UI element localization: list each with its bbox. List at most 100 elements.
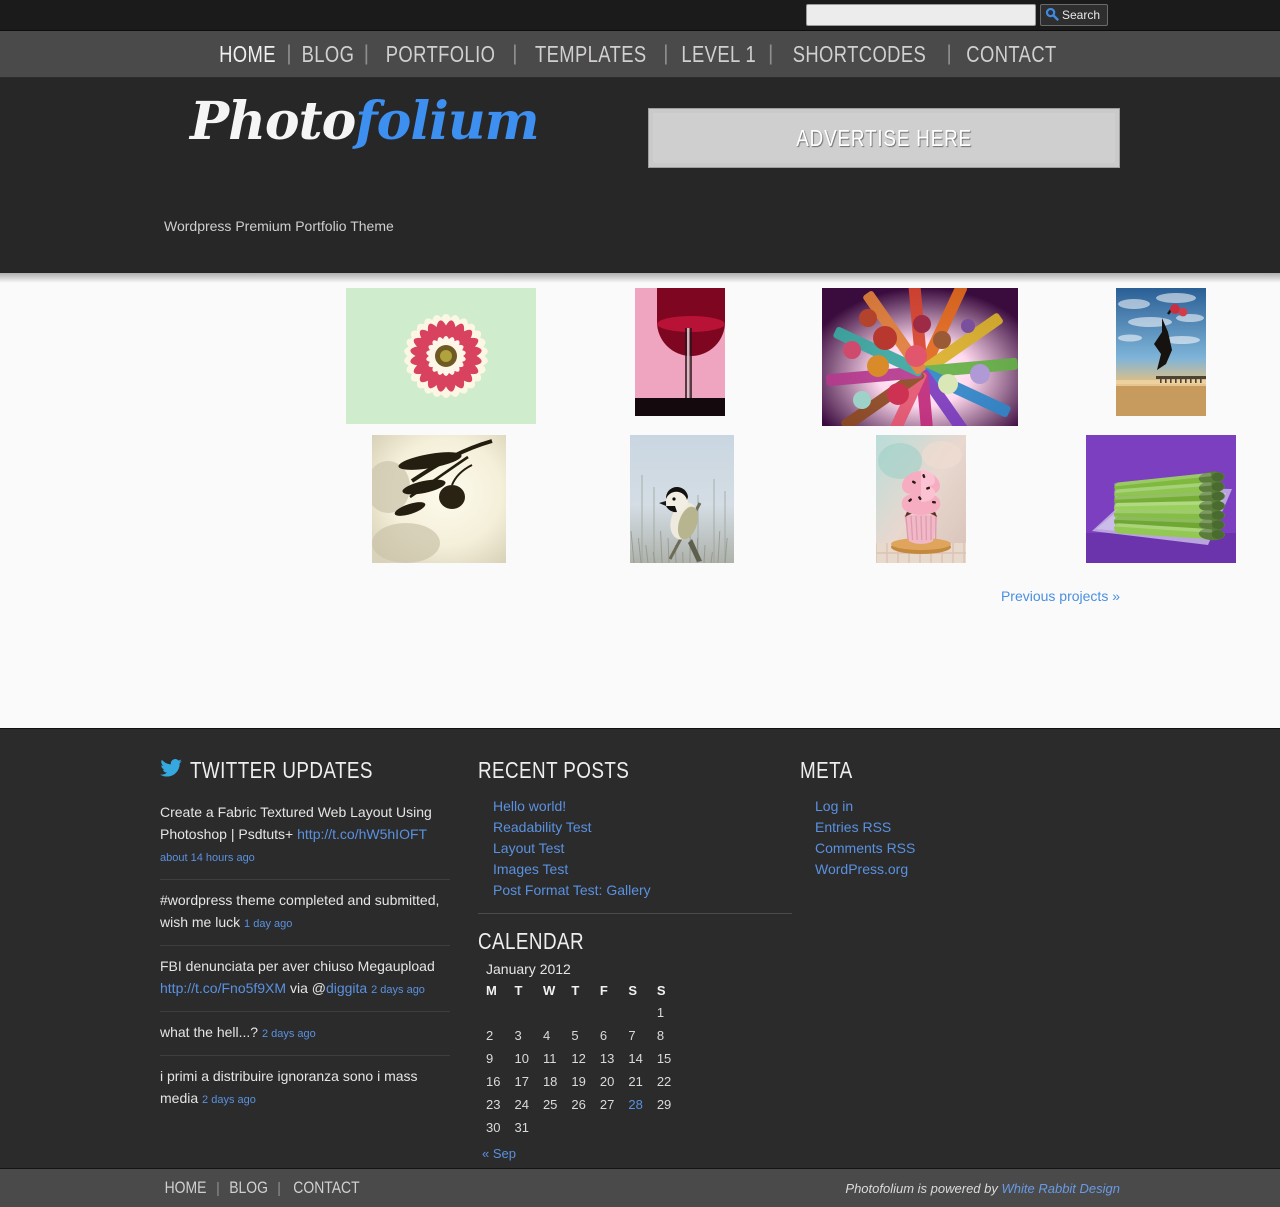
tweet-timestamp[interactable]: about 14 hours ago [160, 852, 255, 864]
calendar-day-5[interactable]: 5 [567, 1024, 595, 1047]
search-input[interactable] [806, 4, 1036, 26]
portfolio-thumb-dahlia-flower[interactable] [346, 288, 536, 424]
calendar-prev-month-link[interactable]: « Sep [482, 1146, 516, 1161]
calendar-day-2[interactable]: 2 [482, 1024, 510, 1047]
tweet-text: i primi a distribuire ignoranza sono i m… [160, 1068, 418, 1106]
calendar-weekday: F [596, 981, 624, 1001]
tweet-timestamp[interactable]: 2 days ago [202, 1094, 256, 1106]
footer-nav-separator: | [277, 1180, 281, 1197]
portfolio-thumb-olive-branch[interactable] [372, 435, 506, 563]
recent-post-link[interactable]: Layout Test [493, 840, 564, 856]
nav-item-blog[interactable]: BLOG [300, 41, 356, 68]
twitter-widget-header: TWITTER UPDATES [160, 757, 450, 784]
nav-item-home[interactable]: HOME [218, 41, 278, 68]
calendar-day-10[interactable]: 10 [510, 1047, 538, 1070]
tweet-mention-link[interactable]: diggita [326, 980, 367, 996]
footer-nav-separator: | [216, 1180, 220, 1197]
meta-link[interactable]: WordPress.org [815, 861, 908, 877]
footer-nav-contact[interactable]: CONTACT [293, 1178, 359, 1198]
calendar-day-29[interactable]: 29 [653, 1093, 681, 1116]
meta-link[interactable]: Log in [815, 798, 853, 814]
tweet-timestamp[interactable]: 2 days ago [262, 1028, 316, 1040]
portfolio-thumb-jumping-balloons[interactable] [1116, 288, 1206, 416]
calendar-day-22[interactable]: 22 [653, 1070, 681, 1093]
calendar-day-13[interactable]: 13 [596, 1047, 624, 1070]
calendar-day-15[interactable]: 15 [653, 1047, 681, 1070]
portfolio-thumb-asparagus-purple[interactable] [1086, 435, 1236, 563]
footer-nav-blog[interactable]: BLOG [229, 1178, 268, 1198]
tweet-link[interactable]: http://t.co/hW5hIOFT [297, 826, 427, 842]
calendar-day-25[interactable]: 25 [539, 1093, 567, 1116]
calendar-day-28[interactable]: 28 [624, 1093, 652, 1116]
calendar-day-1[interactable]: 1 [653, 1001, 681, 1024]
calendar-day-19[interactable]: 19 [567, 1070, 595, 1093]
search-button[interactable]: Search [1040, 4, 1108, 26]
meta-widget: META Log inEntries RSSComments RSSWordPr… [800, 757, 1090, 1163]
calendar-day-4[interactable]: 4 [539, 1024, 567, 1047]
portfolio-thumb-wine-glass[interactable] [635, 288, 725, 416]
footer-nav-home[interactable]: HOME [165, 1178, 207, 1198]
nav-separator: | [663, 42, 668, 66]
calendar-day-27[interactable]: 27 [596, 1093, 624, 1116]
main-navigation: HOME | BLOG | PORTFOLIO | TEMPLATES | LEVEL 1 | SH… [0, 31, 1280, 78]
calendar-day-3[interactable]: 3 [510, 1024, 538, 1047]
calendar-day-30[interactable]: 30 [482, 1116, 510, 1139]
tweet-item: what the hell...? 2 days ago [160, 1012, 450, 1056]
calendar-day-18[interactable]: 18 [539, 1070, 567, 1093]
calendar-month-label: January 2012 [486, 961, 774, 977]
portfolio-thumb-chickadee-bird[interactable] [630, 435, 734, 563]
magnifier-icon [1045, 7, 1059, 24]
calendar-day-8[interactable]: 8 [653, 1024, 681, 1047]
tweet-link[interactable]: http://t.co/Fno5f9XM [160, 980, 286, 996]
tweet-timestamp[interactable]: 2 days ago [371, 984, 425, 996]
nav-item-portfolio[interactable]: PORTFOLIO [384, 41, 497, 68]
widget-divider [478, 913, 792, 914]
calendar-day-17[interactable]: 17 [510, 1070, 538, 1093]
calendar-day-31[interactable]: 31 [510, 1116, 538, 1139]
footer-widgets: TWITTER UPDATES Create a Fabric Textured… [0, 728, 1280, 1168]
recent-post-link[interactable]: Images Test [493, 861, 568, 877]
calendar-weekday: M [482, 981, 510, 1001]
portfolio-thumb-pink-cupcake[interactable] [876, 435, 966, 563]
recent-post-item: Layout Test [493, 838, 774, 859]
calendar-body: 1234567891011121314151617181920212223242… [482, 1001, 681, 1139]
tweet-text: what the hell...? [160, 1024, 262, 1040]
recent-post-link[interactable]: Post Format Test: Gallery [493, 882, 651, 898]
recent-posts-list: Hello world! Readability Test Layout Test I… [478, 796, 774, 901]
meta-link[interactable]: Comments RSS [815, 840, 915, 856]
nav-item-level-1[interactable]: LEVEL 1 [679, 41, 757, 68]
recent-post-link[interactable]: Readability Test [493, 819, 592, 835]
nav-item-contact[interactable]: CONTACT [965, 41, 1059, 68]
calendar-week-row: 23242526272829 [482, 1093, 681, 1116]
nav-separator: | [768, 42, 773, 66]
meta-link[interactable]: Entries RSS [815, 819, 891, 835]
tweet-timestamp[interactable]: 1 day ago [244, 918, 292, 930]
previous-projects-link[interactable]: Previous projects » [1001, 588, 1120, 604]
calendar-day-26[interactable]: 26 [567, 1093, 595, 1116]
nav-separator: | [286, 42, 291, 66]
calendar-day-11[interactable]: 11 [539, 1047, 567, 1070]
site-logo[interactable]: Photofolium [190, 96, 539, 148]
portfolio-thumb-colored-pencils[interactable] [822, 288, 1018, 426]
calendar-day-12[interactable]: 12 [567, 1047, 595, 1070]
calendar-day-24[interactable]: 24 [510, 1093, 538, 1116]
advertise-banner[interactable]: ADVERTISE HERE [648, 108, 1120, 168]
nav-separator: | [946, 42, 951, 66]
calendar-day-6[interactable]: 6 [596, 1024, 624, 1047]
portfolio-section: Previous projects » [0, 283, 1280, 728]
footer-credit-link[interactable]: White Rabbit Design [1002, 1181, 1121, 1196]
calendar-day-empty [539, 1001, 567, 1024]
nav-item: HOME [210, 41, 285, 68]
nav-item-templates[interactable]: TEMPLATES [533, 41, 648, 68]
calendar-day-16[interactable]: 16 [482, 1070, 510, 1093]
nav-item-shortcodes[interactable]: SHORTCODES [792, 41, 929, 68]
recent-post-link[interactable]: Hello world! [493, 798, 566, 814]
calendar-day-7[interactable]: 7 [624, 1024, 652, 1047]
calendar-day-23[interactable]: 23 [482, 1093, 510, 1116]
nav-separator: | [512, 42, 517, 66]
calendar-weekday: S [653, 981, 681, 1001]
calendar-day-14[interactable]: 14 [624, 1047, 652, 1070]
calendar-day-20[interactable]: 20 [596, 1070, 624, 1093]
calendar-day-21[interactable]: 21 [624, 1070, 652, 1093]
calendar-day-9[interactable]: 9 [482, 1047, 510, 1070]
